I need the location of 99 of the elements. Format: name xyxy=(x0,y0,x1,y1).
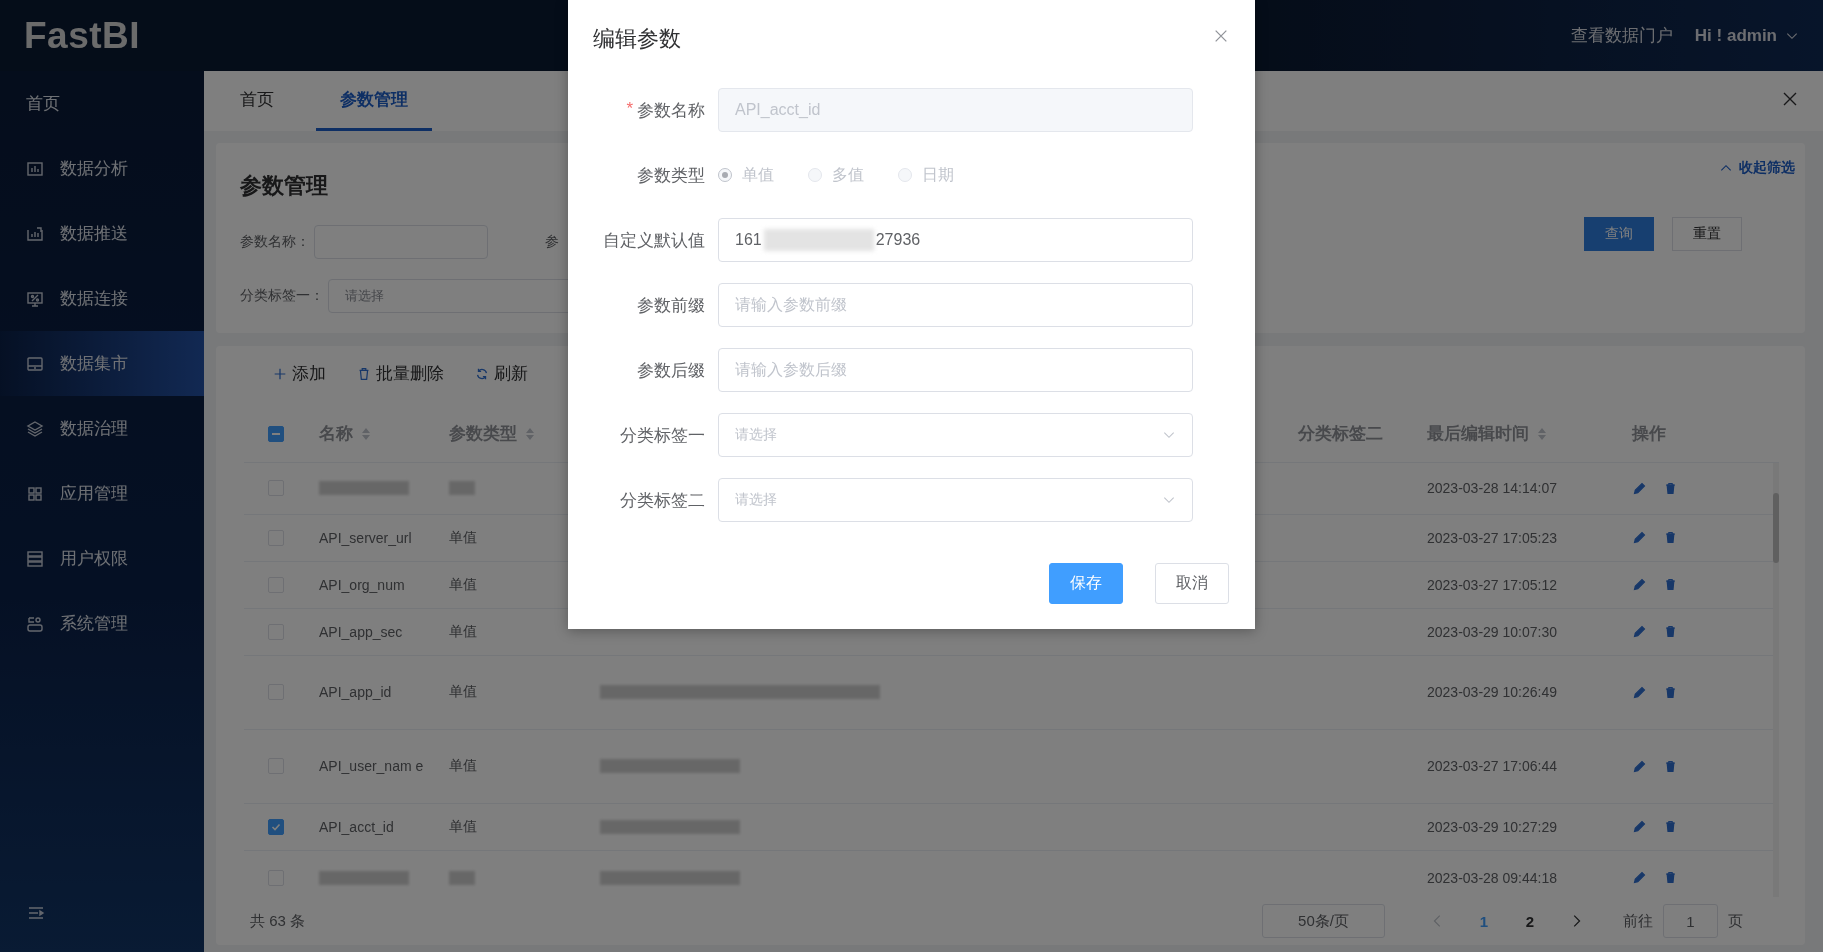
reset-button[interactable]: 重置 xyxy=(1672,217,1742,251)
table-cell-text: API_app_id xyxy=(319,683,393,703)
edit-icon xyxy=(1632,870,1647,886)
monitor-icon xyxy=(26,289,44,308)
tablet-icon xyxy=(26,354,44,373)
required-mark: * xyxy=(626,98,633,120)
table-cell: 单值 xyxy=(449,622,477,639)
bar-chart-icon xyxy=(26,224,44,243)
close-icon xyxy=(1213,28,1229,44)
field-label: 参数类型 xyxy=(637,164,705,187)
sidebar-item[interactable]: 应用管理 xyxy=(0,461,204,526)
collapse-menu-icon xyxy=(26,904,46,922)
query-button[interactable]: 查询 xyxy=(1584,217,1654,251)
app-logo: FastBI xyxy=(24,14,141,57)
table-cell: 2023-03-27 17:05:23 xyxy=(1427,529,1557,546)
table-cell: 2023-03-27 17:05:12 xyxy=(1427,576,1557,593)
portal-link[interactable]: 查看数据门户 xyxy=(1570,24,1673,47)
row-checkbox[interactable] xyxy=(268,818,284,835)
field-label: 分类标签二 xyxy=(620,489,705,512)
trash-icon xyxy=(1663,819,1678,835)
sort-icon xyxy=(525,426,535,441)
table-cell: 单值 xyxy=(449,817,477,834)
edit-icon xyxy=(1632,819,1647,835)
scrollbar[interactable] xyxy=(1773,462,1779,898)
layers-icon xyxy=(26,419,44,438)
table-cell: 2023-03-29 10:26:49 xyxy=(1427,684,1557,701)
field-label: 参数名称 xyxy=(637,99,705,122)
toolbar-button[interactable]: 刷新 xyxy=(474,362,528,386)
grid-icon xyxy=(26,484,44,503)
edit-icon xyxy=(1632,758,1647,774)
bar-chart-icon xyxy=(26,159,44,178)
table-cell: 2023-03-27 17:06:44 xyxy=(1427,758,1557,775)
total-count: 共 63 条 xyxy=(250,911,306,931)
trash-icon xyxy=(1663,758,1678,774)
field-label: 参数后缀 xyxy=(637,359,705,382)
field-label: 自定义默认值 xyxy=(603,229,705,252)
table-cell: 2023-03-29 10:07:30 xyxy=(1427,623,1557,640)
table-cell-text: API_acct_id xyxy=(319,817,395,837)
trash-icon xyxy=(1663,530,1678,546)
field-label: 参 xyxy=(545,233,559,251)
close-icon xyxy=(1781,90,1799,108)
table-cell-text: API_app_sec xyxy=(319,622,404,642)
sidebar-item[interactable]: 数据集市 xyxy=(0,331,204,396)
select-all-checkbox[interactable] xyxy=(268,425,284,442)
page-size-select[interactable]: 50条/页 xyxy=(1262,904,1385,939)
edit-icon xyxy=(1632,684,1647,700)
collapse-filter-link[interactable]: 收起筛选 xyxy=(1719,159,1795,177)
sidebar-item[interactable]: 数据连接 xyxy=(0,266,204,331)
table-cell: 单值 xyxy=(449,575,477,592)
check-icon xyxy=(271,821,281,832)
table-cell-text: API_server_url xyxy=(319,528,413,548)
page-input[interactable]: 1 xyxy=(1663,904,1718,939)
page-button[interactable]: 2 xyxy=(1507,911,1553,931)
page-button[interactable]: 1 xyxy=(1461,911,1507,931)
field-label: 参数前缀 xyxy=(637,294,705,317)
page-unit: 页 xyxy=(1728,911,1743,931)
section-title: 参数管理 xyxy=(240,172,328,200)
table-cell: 2023-03-28 09:44:18 xyxy=(1427,869,1557,886)
table-cell: 单值 xyxy=(449,528,477,545)
edit-icon xyxy=(1632,624,1647,640)
save-button[interactable]: 保存 xyxy=(1049,563,1123,604)
table-cell: 单值 xyxy=(449,683,477,700)
sidebar-item[interactable]: 数据推送 xyxy=(0,201,204,266)
field-label: 分类标签一 xyxy=(620,424,705,447)
goto-label: 前往 xyxy=(1623,911,1653,931)
table-cell: 2023-03-29 10:27:29 xyxy=(1427,818,1557,835)
sidebar-item[interactable]: 用户权限 xyxy=(0,526,204,591)
table-cell: 2023-03-28 14:14:07 xyxy=(1427,480,1557,497)
table-cell-text: API_org_num xyxy=(319,575,406,595)
cancel-button[interactable]: 取消 xyxy=(1155,563,1229,604)
table-cell: 单值 xyxy=(449,757,477,774)
trash-icon xyxy=(1663,684,1678,700)
edit-icon xyxy=(1632,577,1647,593)
field-label: 参数名称： xyxy=(240,233,310,251)
redaction-blur xyxy=(449,870,475,885)
user-card-icon xyxy=(26,614,44,633)
tab[interactable]: 首页 xyxy=(216,71,298,131)
trash-icon xyxy=(1663,480,1678,496)
toolbar-button[interactable]: 批量删除 xyxy=(356,362,444,386)
field-label: 分类标签一： xyxy=(240,287,324,305)
redaction-blur xyxy=(449,481,475,496)
edit-icon xyxy=(1632,530,1647,546)
sidebar-item[interactable]: 系统管理 xyxy=(0,591,204,656)
toolbar-button[interactable]: 添加 xyxy=(272,362,326,386)
input-field[interactable]: 161 27936 xyxy=(718,218,1193,262)
sort-icon xyxy=(1537,426,1547,441)
trash-icon xyxy=(1663,577,1678,593)
sidebar-item[interactable]: 首页 xyxy=(0,71,204,136)
sidebar-item[interactable]: 数据分析 xyxy=(0,136,204,201)
table-cell-text: API_user_nam e xyxy=(319,757,425,777)
user-menu[interactable]: Hi ! admin xyxy=(1694,25,1799,46)
server-icon xyxy=(26,549,44,568)
dialog-title: 编辑参数 xyxy=(593,25,681,53)
sidebar-item[interactable]: 数据治理 xyxy=(0,396,204,461)
tab[interactable]: 参数管理 xyxy=(316,71,432,131)
trash-icon xyxy=(1663,870,1678,886)
trash-icon xyxy=(1663,624,1678,640)
sort-icon xyxy=(361,426,371,441)
edit-icon xyxy=(1632,480,1647,496)
